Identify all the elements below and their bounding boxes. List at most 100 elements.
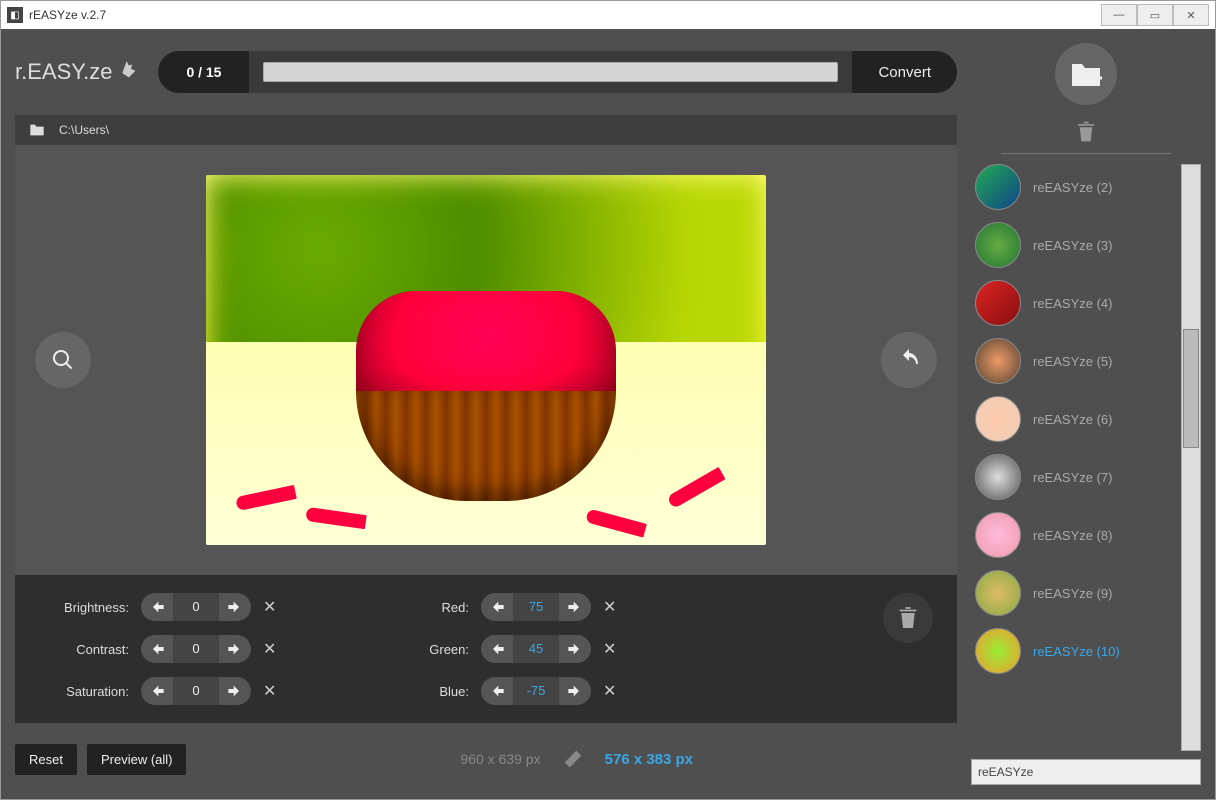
thumbnail-list: reEASYze (2) reEASYze (3) reEASYze (4) reEA… <box>971 164 1175 751</box>
control-contrast: Contrast: 0 ✕ <box>39 635 339 663</box>
thumbnail-label: reEASYze (7) <box>1033 470 1112 485</box>
thumbnail-item[interactable]: reEASYze (4) <box>971 280 1175 326</box>
arrow-left-icon <box>149 683 165 699</box>
thumbnail-item[interactable]: reEASYze (5) <box>971 338 1175 384</box>
thumbnail-image <box>975 222 1021 268</box>
thumbnail-item[interactable]: reEASYze (6) <box>971 396 1175 442</box>
arrow-left-icon <box>149 641 165 657</box>
arrow-left-icon <box>489 599 505 615</box>
filename-value: reEASYze <box>978 765 1033 779</box>
thumbnail-item[interactable]: reEASYze (7) <box>971 454 1175 500</box>
stepper: 45 <box>481 635 591 663</box>
progress-group: 0 / 15 Convert <box>158 51 957 93</box>
thumbnail-item[interactable]: reEASYze (3) <box>971 222 1175 268</box>
discard-adjustments-button[interactable] <box>883 593 933 643</box>
original-dimensions: 960 x 639 px <box>460 751 540 767</box>
control-saturation: Saturation: 0 ✕ <box>39 677 339 705</box>
thumbnail-image <box>975 338 1021 384</box>
control-label: Contrast: <box>39 642 129 657</box>
control-label: Saturation: <box>39 684 129 699</box>
arrow-right-icon <box>567 683 583 699</box>
preview-all-button[interactable]: Preview (all) <box>87 744 187 775</box>
increment-button[interactable] <box>559 677 591 705</box>
output-dimensions: 576 x 383 px <box>605 751 693 768</box>
decrement-button[interactable] <box>481 635 513 663</box>
ruler-icon <box>563 749 583 769</box>
reset-param-button[interactable]: ✕ <box>603 681 616 701</box>
undo-icon <box>897 348 921 372</box>
scrollbar-thumb[interactable] <box>1183 329 1199 448</box>
stepper-value[interactable]: 45 <box>513 635 559 663</box>
trash-icon[interactable] <box>1076 121 1096 143</box>
arrow-right-icon <box>227 599 243 615</box>
arrow-left-icon <box>489 641 505 657</box>
reset-param-button[interactable]: ✕ <box>603 639 616 659</box>
adjustments-panel: Brightness:0✕Contrast:0✕Saturation:0✕ Re… <box>15 575 957 723</box>
increment-button[interactable] <box>219 635 251 663</box>
stepper-value[interactable]: -75 <box>513 677 559 705</box>
maximize-button[interactable]: ▭ <box>1137 4 1173 26</box>
reset-param-button[interactable]: ✕ <box>263 681 276 701</box>
zoom-button[interactable] <box>35 332 91 388</box>
thumbnail-image <box>975 164 1021 210</box>
window-title: rEASYze v.2.7 <box>29 8 106 22</box>
add-files-button[interactable] <box>1055 43 1117 105</box>
control-label: Brightness: <box>39 600 129 615</box>
increment-button[interactable] <box>219 593 251 621</box>
reset-button[interactable]: Reset <box>15 744 77 775</box>
minimize-button[interactable]: — <box>1101 4 1137 26</box>
reset-param-button[interactable]: ✕ <box>603 597 616 617</box>
stepper: 75 <box>481 593 591 621</box>
reset-param-button[interactable]: ✕ <box>263 597 276 617</box>
control-blue: Blue:-75✕ <box>379 677 679 705</box>
stepper: 0 <box>141 635 251 663</box>
filename-input[interactable]: reEASYze <box>971 759 1201 785</box>
arrow-right-icon <box>567 641 583 657</box>
app-logo: r.EASY.ze <box>15 59 144 85</box>
decrement-button[interactable] <box>481 677 513 705</box>
thumbnail-label: reEASYze (4) <box>1033 296 1112 311</box>
app-icon: ◧ <box>7 7 23 23</box>
titlebar[interactable]: ◧ rEASYze v.2.7 — ▭ ✕ <box>1 1 1215 29</box>
stepper-value[interactable]: 75 <box>513 593 559 621</box>
control-red: Red:75✕ <box>379 593 679 621</box>
thumbnail-image <box>975 570 1021 616</box>
arrow-left-icon <box>489 683 505 699</box>
stepper-value[interactable]: 0 <box>173 677 219 705</box>
scrollbar[interactable] <box>1181 164 1201 751</box>
preview-area <box>15 145 957 575</box>
arrow-right-icon <box>227 641 243 657</box>
stepper: 0 <box>141 593 251 621</box>
decrement-button[interactable] <box>141 593 173 621</box>
increment-button[interactable] <box>219 677 251 705</box>
increment-button[interactable] <box>559 593 591 621</box>
divider <box>1001 153 1171 154</box>
progress-bar[interactable] <box>263 62 838 82</box>
path-bar[interactable]: C:\Users\ <box>15 115 957 145</box>
close-button[interactable]: ✕ <box>1173 4 1209 26</box>
hand-icon <box>118 59 144 85</box>
thumbnail-item[interactable]: reEASYze (9) <box>971 570 1175 616</box>
arrow-left-icon <box>149 599 165 615</box>
thumbnail-item[interactable]: reEASYze (8) <box>971 512 1175 558</box>
thumbnail-image <box>975 396 1021 442</box>
decrement-button[interactable] <box>481 593 513 621</box>
stepper: 0 <box>141 677 251 705</box>
arrow-right-icon <box>227 683 243 699</box>
thumbnail-label: reEASYze (9) <box>1033 586 1112 601</box>
stepper-value[interactable]: 0 <box>173 635 219 663</box>
thumbnail-label: reEASYze (5) <box>1033 354 1112 369</box>
convert-button[interactable]: Convert <box>852 51 957 93</box>
undo-button[interactable] <box>881 332 937 388</box>
thumbnail-label: reEASYze (2) <box>1033 180 1112 195</box>
stepper-value[interactable]: 0 <box>173 593 219 621</box>
footer: Reset Preview (all) 960 x 639 px 576 x 3… <box>15 723 957 785</box>
thumbnail-item[interactable]: reEASYze (2) <box>971 164 1175 210</box>
control-label: Green: <box>379 642 469 657</box>
increment-button[interactable] <box>559 635 591 663</box>
decrement-button[interactable] <box>141 677 173 705</box>
reset-param-button[interactable]: ✕ <box>263 639 276 659</box>
thumbnail-item[interactable]: reEASYze (10) <box>971 628 1175 674</box>
thumbnail-label: reEASYze (6) <box>1033 412 1112 427</box>
decrement-button[interactable] <box>141 635 173 663</box>
